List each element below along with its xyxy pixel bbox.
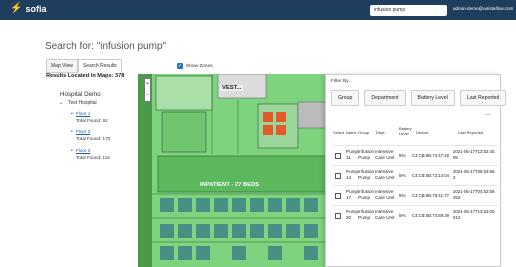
table-row[interactable]: Pump 17 Infusion Pump Intensive Care Uni…	[333, 185, 498, 205]
col-battery[interactable]: Battery Level	[399, 126, 413, 136]
tree-hospital[interactable]: Test Hospital	[68, 100, 97, 106]
row-name: Pump 11	[346, 149, 359, 160]
filter-buttons: Group Department Battery Level Last Repo…	[331, 90, 507, 106]
tree-floor-3: • Floor 3 Total Found: 116	[71, 148, 110, 160]
floor-total: Total Found: 92	[76, 118, 108, 123]
col-dept[interactable]: Dept.	[376, 130, 386, 135]
row-group: Infusion Pump	[358, 189, 375, 200]
bullet-icon: •	[71, 111, 73, 117]
checkmark-icon[interactable]: ✓	[177, 63, 183, 69]
col-last-reported[interactable]: Last Reported	[458, 130, 483, 135]
row-device: C4:CB:6B:74:59:39	[412, 213, 450, 218]
logo[interactable]: ⚡ sofia	[10, 3, 46, 14]
row-battery: 5%	[399, 173, 406, 178]
user-email[interactable]: admin-demo@airistaflow.com	[453, 6, 513, 11]
filter-last-reported-button[interactable]: Last Reported	[459, 90, 507, 106]
tab-map-view[interactable]: Map View	[46, 59, 78, 73]
results-count: Results Located in Maps: 378	[46, 73, 125, 79]
row-checkbox[interactable]	[335, 193, 341, 199]
col-device[interactable]: Device	[416, 130, 428, 135]
chevron-down-icon[interactable]: ⌄	[59, 100, 63, 106]
tree-floor-1: • Floor 1 Total Found: 92	[71, 111, 108, 123]
tab-search-results[interactable]: Search Results	[77, 59, 122, 73]
filter-group-button[interactable]: Group	[331, 90, 360, 106]
bullet-icon: •	[71, 148, 73, 154]
row-group: Infusion Pump	[358, 149, 375, 160]
row-battery: 5%	[399, 153, 406, 158]
row-checkbox[interactable]	[335, 173, 341, 179]
table-row[interactable]: Pump 11 Infusion Pump Intensive Care Uni…	[333, 145, 498, 165]
row-dept: Intensive Care Unit	[375, 209, 395, 220]
row-device: C4:CB:6B:74:47:49	[412, 153, 450, 158]
row-battery: 5%	[399, 213, 406, 218]
logo-mark-icon: ⚡	[10, 3, 23, 14]
location-tree: Hospital Demo ⌄ Test Hospital • Floor 1 …	[59, 91, 110, 160]
more-options-icon[interactable]: ...	[485, 110, 491, 117]
row-device: C4:CB:6B:73:14:04	[412, 173, 450, 178]
floor-link[interactable]: Floor 3	[76, 148, 90, 153]
zoom-control: + −	[144, 78, 151, 102]
floor-plan-drawing	[138, 74, 336, 267]
row-device: C4:CB:6B:78:41:77	[412, 193, 450, 198]
row-checkbox[interactable]	[335, 213, 341, 219]
row-dept: Intensive Care Unit	[375, 149, 395, 160]
show-zones-toggle[interactable]: ✓ Show Zones	[177, 63, 213, 69]
logo-text: sofia	[25, 3, 47, 14]
results-panel: Filter By... Group Department Battery Le…	[325, 74, 507, 267]
row-dept: Intensive Care Unit	[375, 169, 395, 180]
row-last-reported: 2021-05-17T13:53:00.013	[453, 209, 496, 220]
table-row[interactable]: Pump 20 Infusion Pump Intensive Care Uni…	[333, 205, 498, 225]
row-last-reported: 2021-05-17T13:52:40.05	[453, 149, 496, 160]
row-last-reported: 2021-05-17T04:52:59.453	[453, 189, 496, 200]
row-battery: 5%	[399, 193, 406, 198]
row-name: Pump 17	[346, 189, 359, 200]
top-bar: ⚡ sofia infusion pump admin-demo@airista…	[0, 0, 516, 20]
row-checkbox[interactable]	[335, 153, 341, 159]
zoom-out-button[interactable]: −	[145, 90, 150, 101]
show-zones-label: Show Zones	[186, 63, 213, 69]
floor-link[interactable]: Floor 2	[76, 129, 90, 134]
row-group: Infusion Pump	[358, 209, 375, 220]
floor-total: Total Found: 170	[76, 136, 111, 141]
row-name: Pump 14	[346, 169, 359, 180]
page-title: Search for: "infusion pump"	[45, 41, 167, 52]
table-row[interactable]: Pump 14 Infusion Pump Intensive Care Uni…	[333, 165, 498, 185]
bullet-icon: •	[71, 129, 73, 135]
tree-floor-2: • Floor 2 Total Found: 170	[71, 129, 111, 141]
row-group: Infusion Pump	[358, 169, 375, 180]
floor-link[interactable]: Floor 1	[76, 111, 90, 116]
row-dept: Intensive Care Unit	[375, 189, 395, 200]
col-select[interactable]: Select	[333, 130, 344, 135]
zoom-in-button[interactable]: +	[145, 79, 150, 90]
col-group[interactable]: Group	[358, 130, 369, 135]
global-search-input[interactable]: infusion pump	[370, 5, 447, 16]
filter-department-button[interactable]: Department	[364, 90, 406, 106]
floor-map[interactable]: + − VEST... INPATIENT - 27 BEDS	[138, 74, 336, 267]
row-name: Pump 20	[346, 209, 359, 220]
zone-label-inpatient: INPATIENT - 27 BEDS	[200, 182, 260, 188]
filter-by-label: Filter By...	[331, 79, 353, 84]
view-tabs: Map View Search Results	[46, 59, 122, 73]
tree-root[interactable]: Hospital Demo	[60, 91, 101, 98]
col-name[interactable]: Name	[346, 130, 357, 135]
floor-total: Total Found: 116	[76, 155, 110, 160]
zone-label-vest: VEST...	[220, 85, 244, 91]
filter-battery-button[interactable]: Battery Level	[410, 90, 455, 106]
row-last-reported: 2021-05-17T08:53:58.3	[453, 169, 496, 180]
